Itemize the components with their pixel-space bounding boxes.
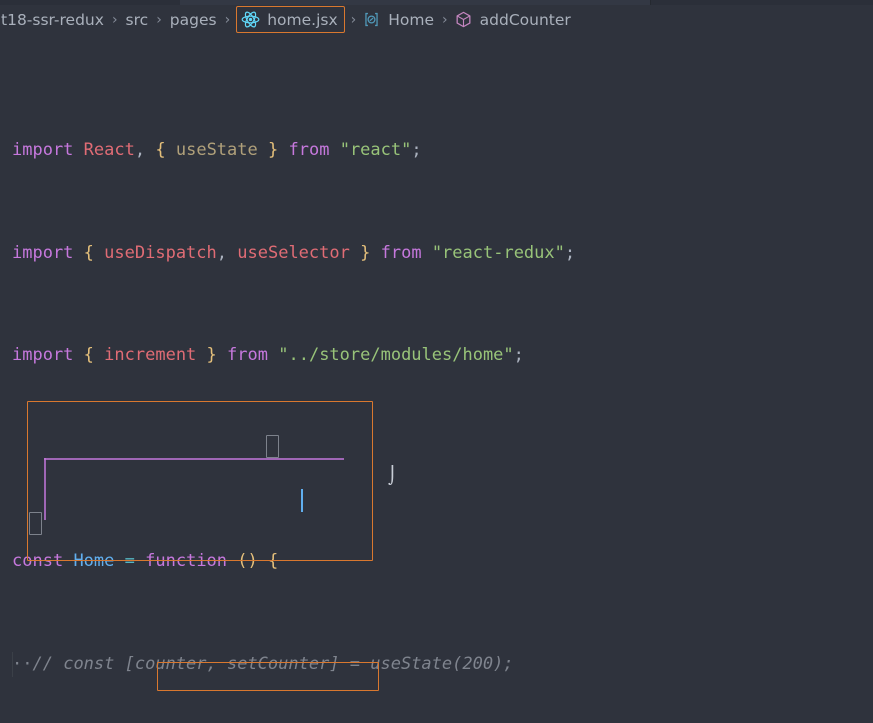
breadcrumb-label-symbol-addcounter: addCounter xyxy=(479,10,571,29)
code-line[interactable]: import React, { useState } from "react"; xyxy=(0,138,873,164)
breadcrumb-item-project[interactable]: t18-ssr-redux xyxy=(0,5,107,34)
bracket-scope-guide-left xyxy=(44,458,46,520)
breadcrumb[interactable]: t18-ssr-redux › src › pages › home.jsx › xyxy=(0,5,873,34)
breadcrumb-label-project: t18-ssr-redux xyxy=(1,10,104,29)
find-match-block xyxy=(27,401,373,561)
breadcrumb-label-symbol-home: Home xyxy=(388,10,435,29)
code-line[interactable]: ··// const [counter, setCounter] = useSt… xyxy=(0,651,873,678)
bracket-match-close xyxy=(29,512,42,535)
breadcrumb-item-pages[interactable]: pages xyxy=(167,5,220,34)
breadcrumb-label-src: src xyxy=(125,10,149,29)
breadcrumb-item-file[interactable]: home.jsx xyxy=(236,6,345,33)
react-icon xyxy=(241,10,260,29)
editor-window: t18-ssr-redux › src › pages › home.jsx › xyxy=(0,0,873,723)
breadcrumb-item-src[interactable]: src xyxy=(123,5,152,34)
breadcrumb-item-symbol-addcounter[interactable]: addCounter xyxy=(453,5,574,34)
symbol-variable-icon xyxy=(362,10,381,29)
breadcrumb-separator: › xyxy=(224,11,231,28)
breadcrumb-separator: › xyxy=(156,11,162,28)
code-line[interactable]: import { useDispatch, useSelector } from… xyxy=(0,241,873,267)
breadcrumb-label-pages: pages xyxy=(169,10,217,29)
breadcrumb-separator: › xyxy=(350,11,357,28)
breadcrumb-separator: › xyxy=(111,11,118,28)
code-line[interactable]: const Home = function () { xyxy=(0,549,873,575)
code-line[interactable]: import { increment } from "../store/modu… xyxy=(0,343,873,369)
breadcrumb-label-file: home.jsx xyxy=(267,10,338,29)
code-editor-surface[interactable]: import React, { useState } from "react";… xyxy=(0,34,873,723)
breadcrumb-item-symbol-home[interactable]: Home xyxy=(361,5,437,34)
code-content[interactable]: import React, { useState } from "react";… xyxy=(0,34,873,723)
symbol-method-icon xyxy=(454,10,473,29)
breadcrumb-separator: › xyxy=(442,11,448,28)
bracket-scope-guide-top xyxy=(44,458,344,460)
mouse-ibeam-cursor: ⌡ xyxy=(388,466,397,486)
text-caret xyxy=(301,489,303,512)
